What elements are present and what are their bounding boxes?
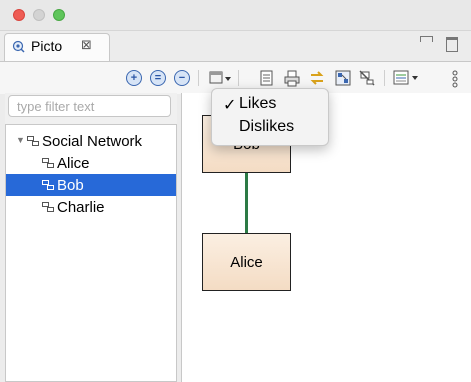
window-title-bar xyxy=(0,0,471,31)
picto-view-icon xyxy=(12,40,25,53)
layout-icon[interactable] xyxy=(334,69,352,87)
toolbar-separator xyxy=(384,70,385,86)
zoom-normal-icon[interactable]: = xyxy=(150,70,166,86)
tree-item-label: Social Network xyxy=(42,133,143,150)
export-icon[interactable] xyxy=(259,69,275,87)
relationship-menu: ✓ Likes Dislikes xyxy=(211,88,329,146)
menu-item-label: Likes xyxy=(239,95,277,112)
node-label: Alice xyxy=(230,253,263,271)
menu-item-likes[interactable]: ✓ Likes xyxy=(212,93,328,115)
graph-node-icon xyxy=(27,136,39,146)
filter-input[interactable]: type filter text xyxy=(8,95,171,117)
tree-item-label: Bob xyxy=(57,177,84,194)
maximize-view-icon[interactable] xyxy=(446,37,458,52)
tree-item-charlie[interactable]: Charlie xyxy=(6,196,176,218)
check-icon: ✓ xyxy=(223,97,237,114)
print-icon[interactable] xyxy=(283,69,301,87)
diagram-edge[interactable] xyxy=(245,172,248,234)
expand-triangle-icon[interactable]: ▼ xyxy=(16,135,25,145)
tree-item-social-network[interactable]: ▼ Social Network xyxy=(6,130,176,152)
menu-item-label: Dislikes xyxy=(239,118,295,135)
tree-item-label: Alice xyxy=(57,155,90,172)
close-tab-icon[interactable]: ⊠ xyxy=(81,37,92,53)
graph-node-icon xyxy=(42,158,54,168)
sync-icon[interactable] xyxy=(308,69,326,87)
minimize-view-icon[interactable] xyxy=(420,36,433,42)
view-menu-icon[interactable] xyxy=(450,69,460,89)
toolbar-separator xyxy=(198,70,199,86)
filter-icon[interactable] xyxy=(358,69,376,87)
menu-item-dislikes[interactable]: Dislikes xyxy=(212,116,328,138)
graph-node-icon xyxy=(42,180,54,190)
zoom-out-icon[interactable]: − xyxy=(174,70,190,86)
tab-label: Picto xyxy=(31,38,63,54)
tree-item-bob[interactable]: Bob xyxy=(6,174,176,196)
zoom-in-icon[interactable]: + xyxy=(126,70,142,86)
close-window-button[interactable] xyxy=(13,9,25,21)
minimize-window-button[interactable] xyxy=(33,9,45,21)
diagram-node-alice[interactable]: Alice xyxy=(202,233,291,291)
layout-dropdown-icon[interactable] xyxy=(208,68,232,88)
view-options-icon[interactable] xyxy=(392,69,422,87)
toolbar-separator xyxy=(238,70,239,86)
graph-node-icon xyxy=(42,202,54,212)
tree-item-alice[interactable]: Alice xyxy=(6,152,176,174)
tree-item-label: Charlie xyxy=(57,199,105,216)
zoom-window-button[interactable] xyxy=(53,9,65,21)
outline-tree: ▼ Social Network Alice Bob Charlie xyxy=(5,124,177,382)
